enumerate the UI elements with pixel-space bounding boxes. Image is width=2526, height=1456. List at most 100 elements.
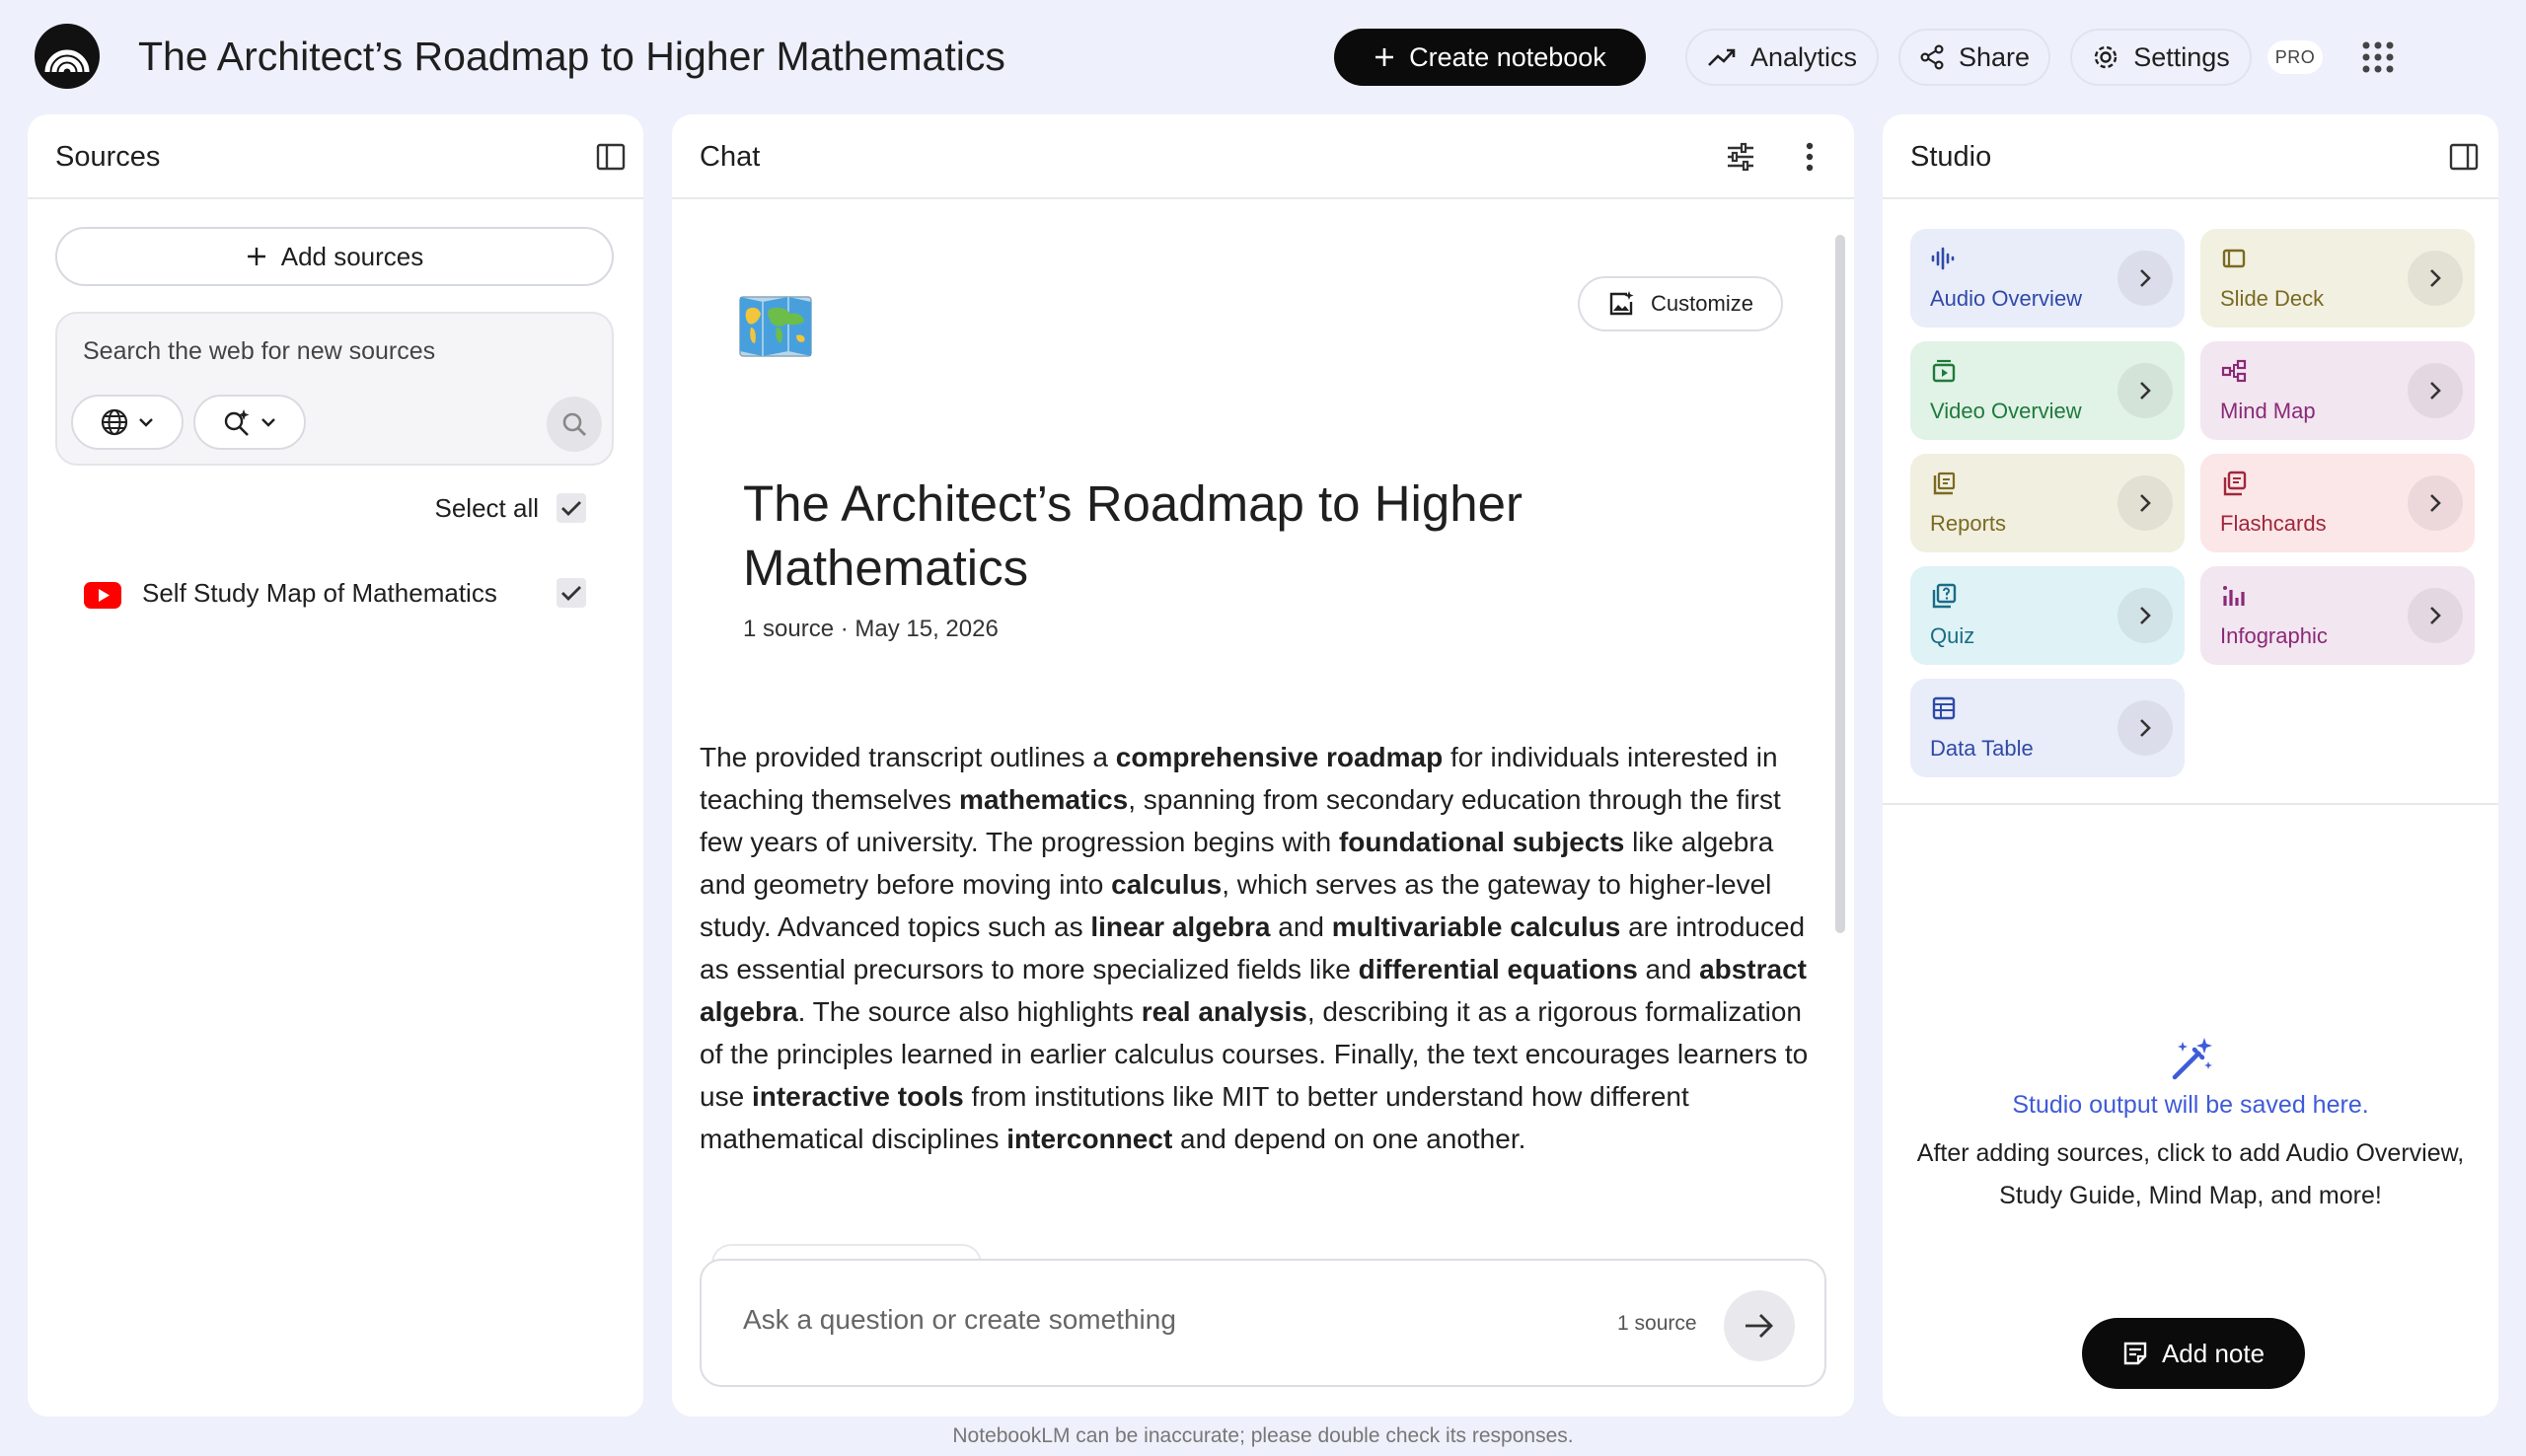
audio-waveform-icon bbox=[1931, 247, 1955, 270]
studio-tile-open-button[interactable] bbox=[2117, 700, 2173, 756]
studio-empty-title: Studio output will be saved here. bbox=[2012, 1091, 2369, 1119]
studio-tile-reports[interactable]: Reports bbox=[1910, 454, 2185, 552]
studio-tile-infographic[interactable]: Infographic bbox=[2200, 566, 2475, 665]
summary-keyword: foundational subjects bbox=[1338, 827, 1625, 857]
source-count-label: 1 source bbox=[1617, 1312, 1697, 1335]
world-map-icon bbox=[739, 296, 812, 357]
send-button[interactable] bbox=[1724, 1290, 1795, 1361]
apps-grid-icon[interactable] bbox=[2360, 39, 2396, 75]
summary-text: The provided transcript outlines a bbox=[700, 742, 1116, 772]
check-icon bbox=[561, 586, 581, 601]
web-search-box bbox=[55, 312, 614, 466]
chevron-right-icon bbox=[2140, 494, 2151, 512]
notebooklm-logo-icon[interactable] bbox=[35, 24, 100, 89]
pro-badge: PRO bbox=[2267, 40, 2323, 74]
studio-panel: Studio Audio Overview Slide Deck Video Ove… bbox=[1883, 114, 2498, 1417]
infographic-icon bbox=[2223, 586, 2245, 606]
settings-button[interactable]: Settings bbox=[2070, 29, 2252, 86]
studio-tile-open-button[interactable] bbox=[2408, 588, 2463, 643]
youtube-icon bbox=[84, 582, 121, 609]
sources-title: Sources bbox=[55, 141, 161, 173]
studio-tile-quiz[interactable]: Quiz bbox=[1910, 566, 2185, 665]
studio-tile-video-overview[interactable]: Video Overview bbox=[1910, 341, 2185, 440]
settings-label: Settings bbox=[2133, 41, 2230, 72]
disclaimer-footer: NotebookLM can be inaccurate; please dou… bbox=[952, 1424, 1574, 1447]
select-all-checkbox[interactable] bbox=[557, 493, 586, 523]
studio-tile-label: Data Table bbox=[1930, 736, 2034, 761]
top-bar: The Architect’s Roadmap to Higher Mathem… bbox=[0, 0, 2526, 113]
search-source-type-dropdown[interactable] bbox=[71, 395, 184, 450]
trending-up-icon bbox=[1708, 48, 1736, 66]
plus-icon bbox=[247, 248, 265, 265]
magic-wand-icon bbox=[2172, 1038, 2212, 1080]
summary-keyword: differential equations bbox=[1358, 954, 1638, 984]
search-submit-button[interactable] bbox=[547, 397, 602, 452]
studio-tile-open-button[interactable] bbox=[2117, 251, 2173, 306]
add-sources-label: Add sources bbox=[280, 241, 424, 271]
studio-tile-flashcards[interactable]: Flashcards bbox=[2200, 454, 2475, 552]
search-icon bbox=[562, 412, 586, 436]
table-icon bbox=[1932, 696, 1956, 720]
summary-keyword: real analysis bbox=[1141, 996, 1307, 1027]
summary-text: . The source also highlights bbox=[797, 996, 1142, 1027]
studio-tile-data-table[interactable]: Data Table bbox=[1910, 679, 2185, 777]
chevron-down-icon bbox=[139, 418, 153, 427]
studio-divider bbox=[1883, 803, 2498, 805]
analytics-button[interactable]: Analytics bbox=[1685, 29, 1879, 86]
chevron-down-icon bbox=[261, 418, 275, 427]
create-notebook-label: Create notebook bbox=[1409, 41, 1606, 72]
chevron-right-icon bbox=[2140, 382, 2151, 400]
studio-tile-label: Slide Deck bbox=[2220, 286, 2325, 311]
studio-tile-open-button[interactable] bbox=[2408, 475, 2463, 531]
studio-tile-open-button[interactable] bbox=[2408, 363, 2463, 418]
sources-header: Sources bbox=[28, 114, 643, 199]
studio-tile-mind-map[interactable]: Mind Map bbox=[2200, 341, 2475, 440]
studio-tile-open-button[interactable] bbox=[2117, 588, 2173, 643]
share-button[interactable]: Share bbox=[1898, 29, 2050, 86]
studio-tile-open-button[interactable] bbox=[2408, 251, 2463, 306]
notebook-summary: The provided transcript outlines a compr… bbox=[700, 736, 1815, 1160]
chevron-right-icon bbox=[2140, 719, 2151, 737]
summary-keyword: linear algebra bbox=[1090, 911, 1271, 942]
notebook-title[interactable]: The Architect’s Roadmap to Higher Mathem… bbox=[138, 28, 1005, 85]
customize-button[interactable]: Customize bbox=[1578, 276, 1783, 331]
studio-tile-label: Audio Overview bbox=[1930, 286, 2083, 311]
mind-map-icon bbox=[2221, 359, 2247, 383]
chat-input[interactable] bbox=[743, 1304, 1493, 1336]
gear-icon bbox=[2095, 45, 2117, 69]
studio-tile-open-button[interactable] bbox=[2117, 475, 2173, 531]
source-checkbox[interactable] bbox=[557, 578, 586, 608]
create-notebook-button[interactable]: Create notebook bbox=[1334, 29, 1646, 86]
check-icon bbox=[561, 501, 581, 516]
add-note-button[interactable]: Add note bbox=[2082, 1318, 2305, 1389]
studio-tile-open-button[interactable] bbox=[2117, 363, 2173, 418]
note-icon bbox=[2123, 1342, 2147, 1365]
summary-keyword: calculus bbox=[1111, 869, 1223, 900]
more-vert-icon[interactable] bbox=[1805, 140, 1815, 174]
analytics-label: Analytics bbox=[1749, 41, 1858, 72]
add-sources-button[interactable]: Add sources bbox=[55, 227, 614, 286]
share-label: Share bbox=[1958, 41, 2031, 72]
studio-tile-label: Video Overview bbox=[1930, 399, 2082, 423]
notebook-meta: 1 source · May 15, 2026 bbox=[743, 616, 999, 642]
chat-settings-tune-icon[interactable] bbox=[1724, 140, 1757, 174]
deep-research-icon bbox=[224, 409, 250, 436]
web-search-input[interactable] bbox=[83, 337, 576, 366]
studio-tile-slide-deck[interactable]: Slide Deck bbox=[2200, 229, 2475, 328]
search-mode-dropdown[interactable] bbox=[193, 395, 306, 450]
arrow-right-icon bbox=[1746, 1314, 1773, 1338]
chat-scrollbar[interactable] bbox=[1835, 235, 1845, 933]
studio-tile-label: Mind Map bbox=[2220, 399, 2316, 423]
chevron-right-icon bbox=[2430, 494, 2441, 512]
collapse-panel-icon[interactable] bbox=[2449, 142, 2479, 172]
customize-label: Customize bbox=[1651, 291, 1753, 316]
chevron-right-icon bbox=[2430, 607, 2441, 624]
collapse-panel-icon[interactable] bbox=[596, 142, 626, 172]
chevron-right-icon bbox=[2430, 382, 2441, 400]
source-title: Self Study Map of Mathematics bbox=[142, 578, 497, 608]
add-note-label: Add note bbox=[2161, 1338, 2266, 1368]
chat-panel: Chat Customize The Architect’s Roadmap t… bbox=[672, 114, 1854, 1417]
flashcards-icon bbox=[2223, 471, 2247, 496]
studio-tile-audio-overview[interactable]: Audio Overview bbox=[1910, 229, 2185, 328]
studio-empty-description: After adding sources, click to add Audio… bbox=[1916, 1139, 2465, 1209]
